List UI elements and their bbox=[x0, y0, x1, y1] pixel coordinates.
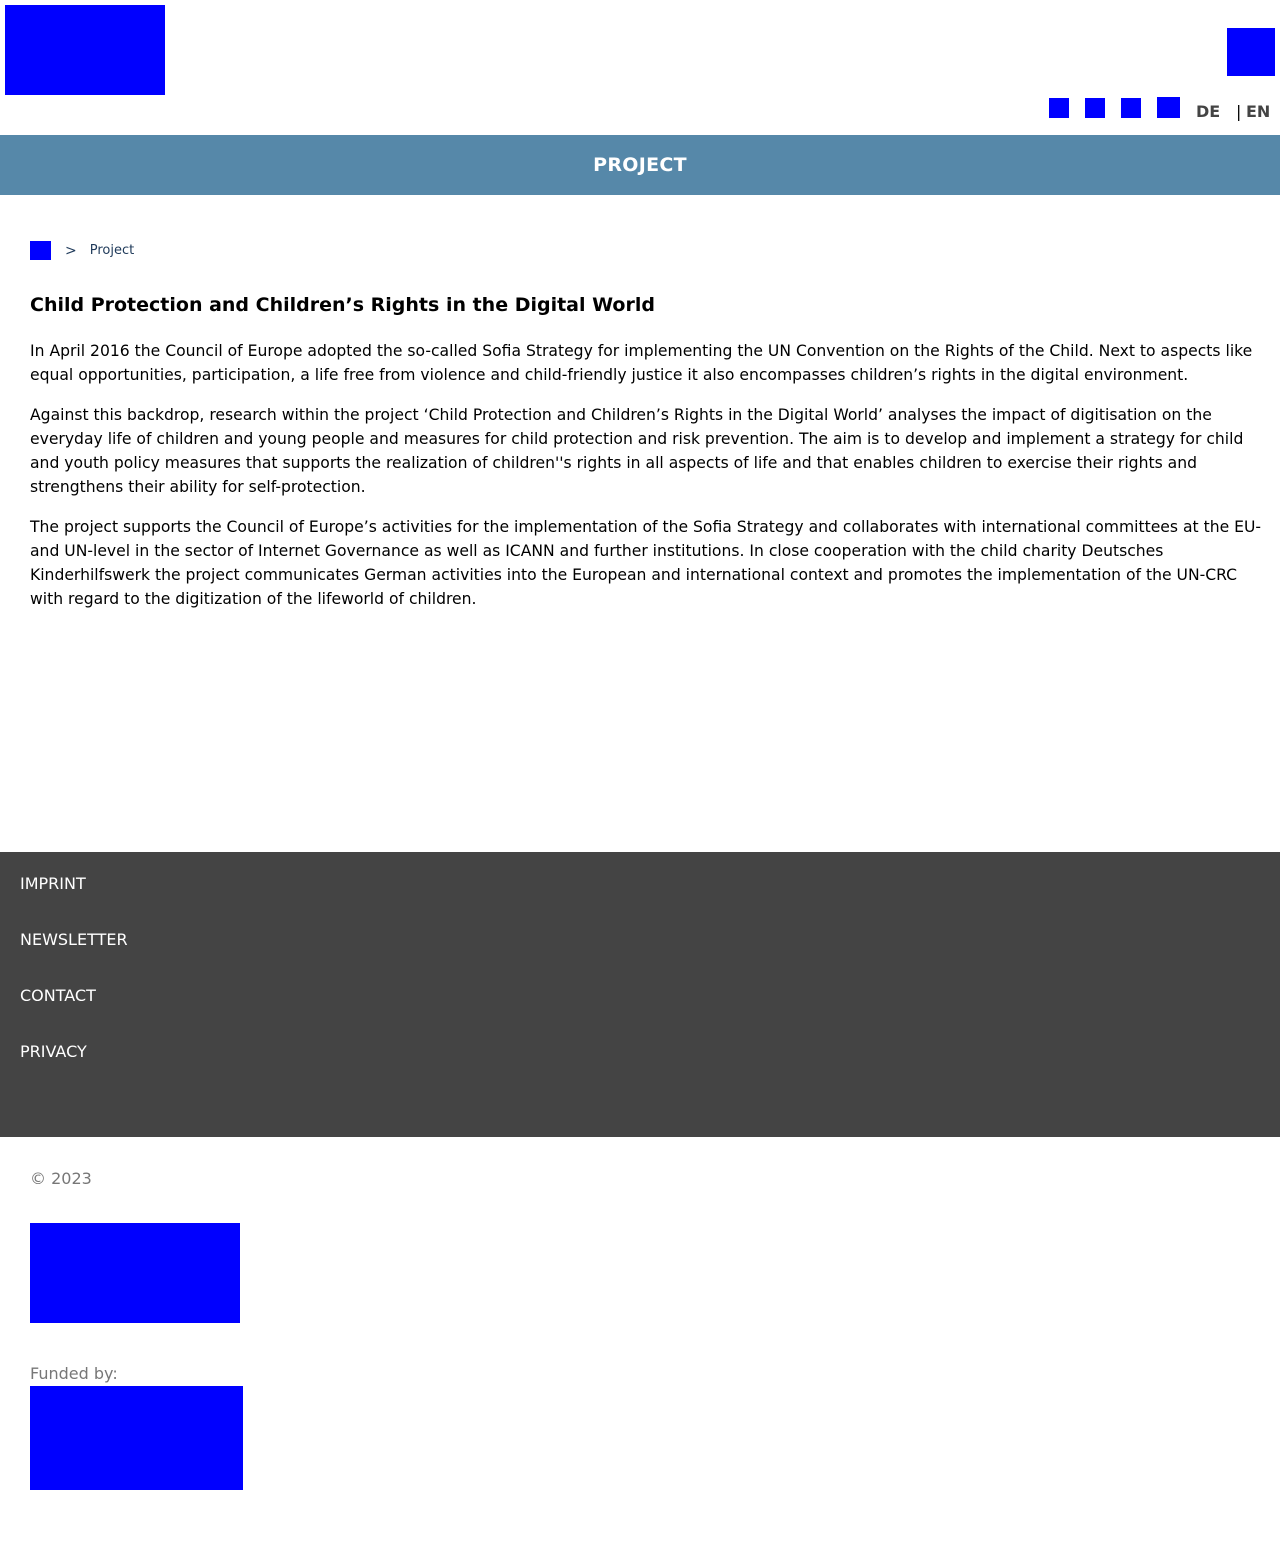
footer-nav: IMPRINT NEWSLETTER CONTACT PRIVACY bbox=[0, 852, 1280, 1137]
page-title: Child Protection and Children’s Rights i… bbox=[30, 294, 655, 316]
article-body: In April 2016 the Council of Europe adop… bbox=[30, 339, 1275, 627]
social-icon-1[interactable] bbox=[1049, 98, 1069, 118]
funded-by-label: Funded by: bbox=[30, 1364, 118, 1383]
bottom-section: © 2023 Funded by: bbox=[0, 1137, 1280, 1547]
paragraph: The project supports the Council of Euro… bbox=[30, 518, 1262, 608]
footer-link-contact[interactable]: CONTACT bbox=[20, 986, 96, 1006]
language-de-link[interactable]: DE bbox=[1196, 102, 1220, 122]
funder-logo[interactable] bbox=[30, 1386, 243, 1490]
menu-icon[interactable] bbox=[1227, 28, 1275, 76]
footer-link-imprint[interactable]: IMPRINT bbox=[20, 874, 86, 894]
paragraph: In April 2016 the Council of Europe adop… bbox=[30, 342, 1253, 384]
social-icon-2[interactable] bbox=[1085, 98, 1105, 118]
banner-title: PROJECT bbox=[593, 154, 687, 176]
breadcrumb: > Project bbox=[30, 241, 134, 260]
site-header: DE | EN bbox=[0, 0, 1280, 135]
social-icon-3[interactable] bbox=[1121, 98, 1141, 118]
breadcrumb-separator: > bbox=[65, 242, 77, 259]
language-separator: | bbox=[1236, 102, 1242, 121]
page-banner: PROJECT bbox=[0, 135, 1280, 195]
paragraph: Against this backdrop, research within t… bbox=[30, 406, 1244, 496]
breadcrumb-current: Project bbox=[89, 243, 135, 258]
footer-link-privacy[interactable]: PRIVACY bbox=[20, 1042, 87, 1062]
home-icon[interactable] bbox=[30, 241, 51, 260]
copyright-text: © 2023 bbox=[30, 1169, 92, 1188]
main-content: > Project Child Protection and Children’… bbox=[0, 195, 1280, 852]
partner-logo[interactable] bbox=[30, 1223, 240, 1323]
site-logo[interactable] bbox=[5, 5, 165, 95]
footer-link-newsletter[interactable]: NEWSLETTER bbox=[20, 930, 128, 950]
language-en-link[interactable]: EN bbox=[1246, 102, 1270, 122]
social-icon-4[interactable] bbox=[1157, 97, 1180, 118]
